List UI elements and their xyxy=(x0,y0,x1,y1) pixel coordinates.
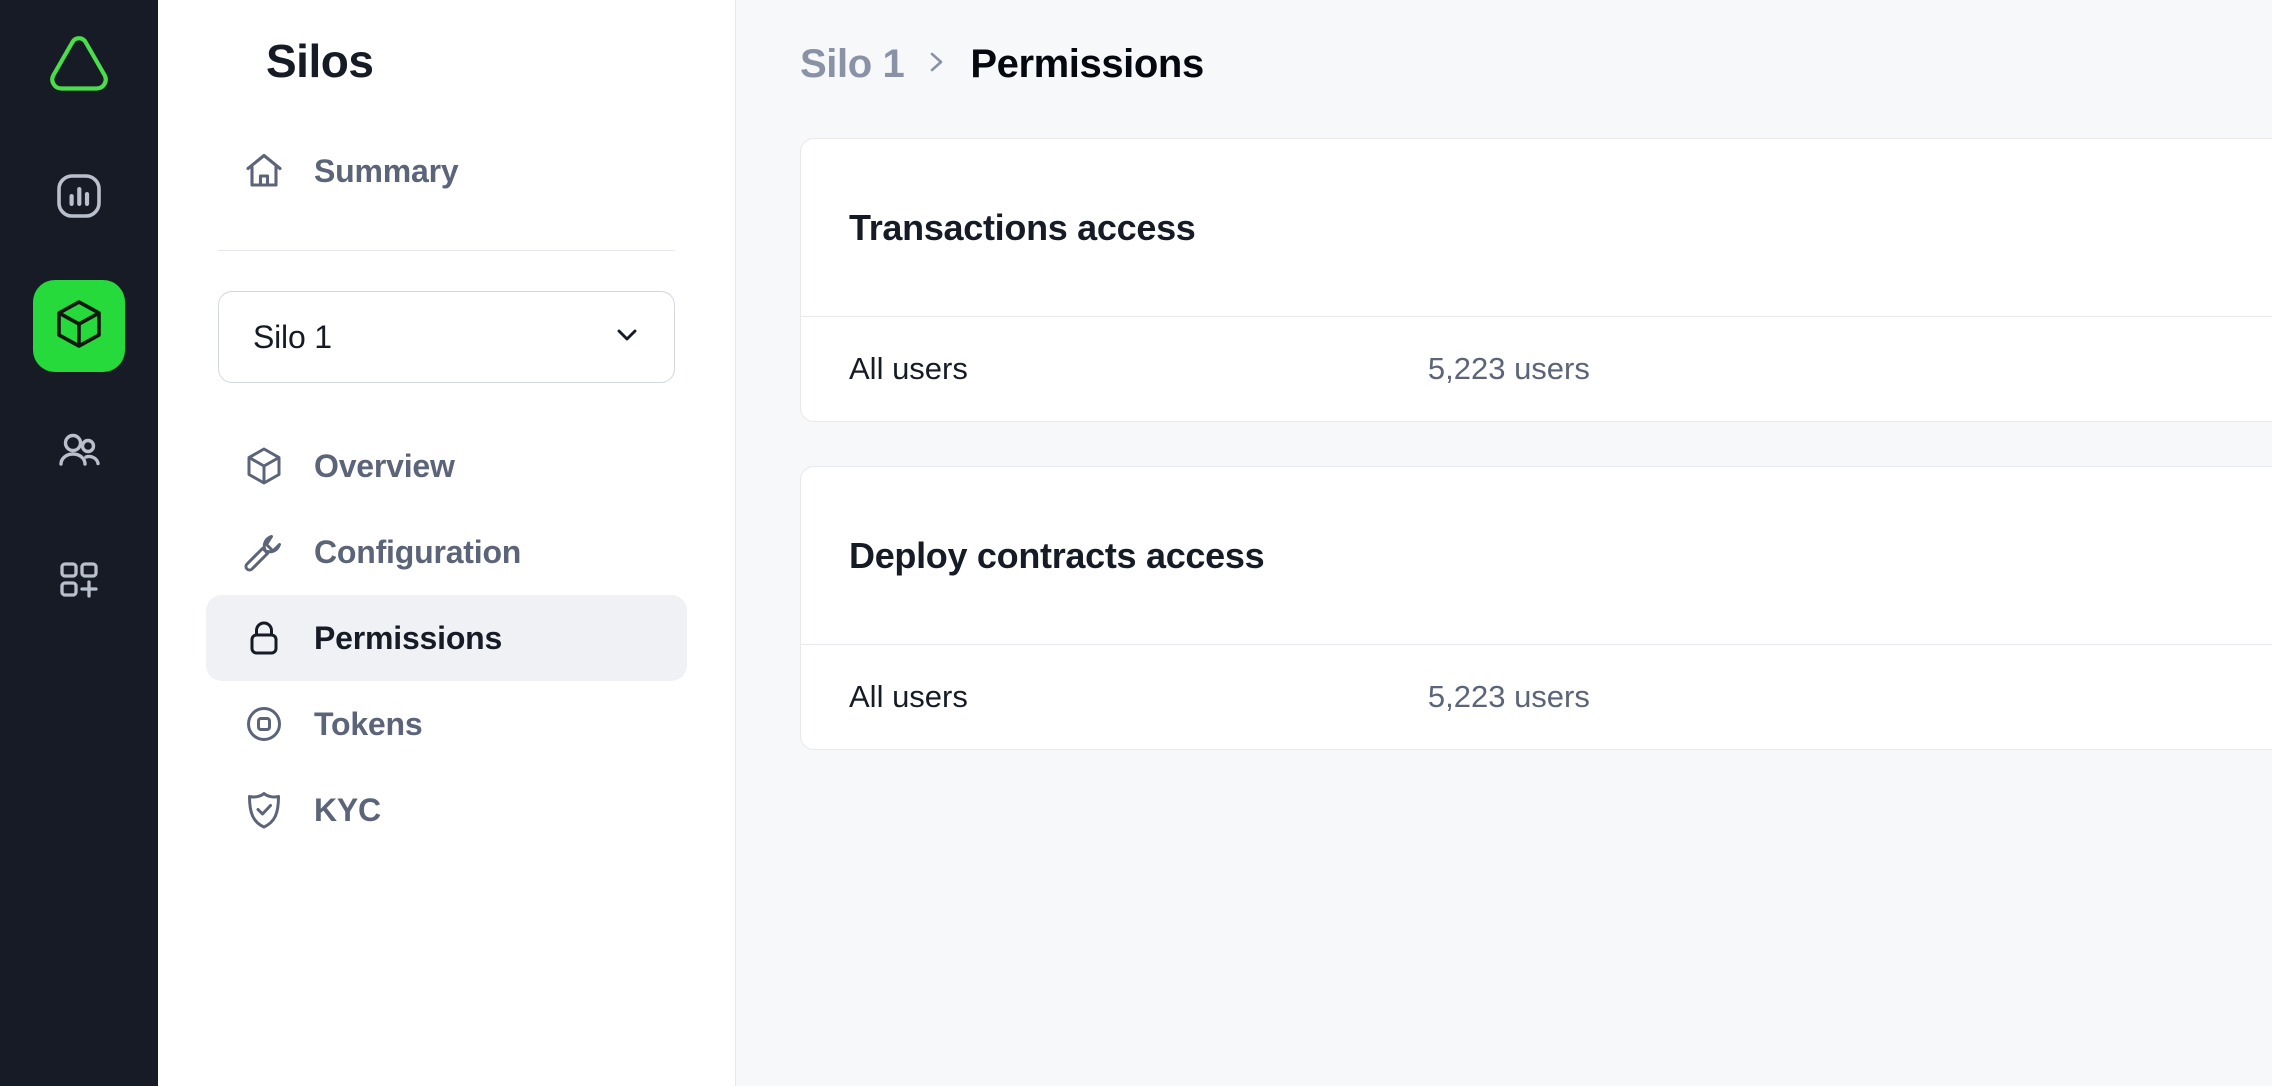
sidebar-item-tokens[interactable]: Tokens xyxy=(206,681,687,767)
sidebar-item-label: Permissions xyxy=(314,619,503,656)
sidebar-top-nav: Summary xyxy=(206,128,687,214)
silo-select[interactable]: Silo 1 xyxy=(218,291,675,383)
table-row[interactable]: All users 5,223 users xyxy=(801,317,2272,421)
breadcrumb-parent[interactable]: Silo 1 xyxy=(800,42,905,87)
deploy-contracts-access-card: Deploy contracts access All users 5,223 … xyxy=(800,466,2272,750)
sidebar-item-label: Tokens xyxy=(314,705,423,742)
rail-item-silos[interactable] xyxy=(33,280,125,372)
icon-rail xyxy=(0,0,158,1086)
card-title: Deploy contracts access xyxy=(849,534,1265,576)
cube-icon xyxy=(52,297,106,356)
rail-item-apps[interactable] xyxy=(33,536,125,628)
main-content: Silo 1 Permissions Transactions access A… xyxy=(736,0,2272,1086)
sidebar-item-label: Overview xyxy=(314,447,455,484)
breadcrumb-current: Permissions xyxy=(970,41,1204,86)
row-value: 5,223 users xyxy=(1427,351,1590,386)
transactions-access-card: Transactions access All users 5,223 user… xyxy=(800,138,2272,422)
card-header: Deploy contracts access xyxy=(801,467,2272,645)
shield-check-icon xyxy=(242,788,286,832)
sidebar-item-summary[interactable]: Summary xyxy=(206,128,687,214)
silo-select-value: Silo 1 xyxy=(253,318,332,355)
apps-add-icon xyxy=(54,555,104,610)
rail-item-analytics[interactable] xyxy=(33,152,125,244)
silos-sidebar: Silos Summary Silo 1 Overview Configurat… xyxy=(158,0,736,1086)
token-icon xyxy=(242,702,286,746)
analytics-icon xyxy=(54,171,104,226)
row-label: All users xyxy=(849,679,968,714)
cube-outline-icon xyxy=(242,444,286,488)
card-header: Transactions access xyxy=(801,139,2272,317)
home-icon xyxy=(242,149,286,193)
table-row[interactable]: All users 5,223 users xyxy=(801,645,2272,749)
card-title: Transactions access xyxy=(849,206,1196,248)
breadcrumb: Silo 1 Permissions xyxy=(800,34,2272,94)
row-value: 5,223 users xyxy=(1427,679,1590,714)
sidebar-item-overview[interactable]: Overview xyxy=(206,423,687,509)
users-icon xyxy=(53,426,105,483)
chevron-down-icon xyxy=(610,318,644,357)
chevron-right-icon xyxy=(924,47,950,82)
row-label: All users xyxy=(849,351,968,386)
sidebar-divider xyxy=(218,250,675,251)
sidebar-item-permissions[interactable]: Permissions xyxy=(206,595,687,681)
lock-icon xyxy=(242,616,286,660)
sidebar-item-label: KYC xyxy=(314,791,381,828)
sidebar-item-kyc[interactable]: KYC xyxy=(206,767,687,853)
rail-item-users[interactable] xyxy=(33,408,125,500)
aurora-logo[interactable] xyxy=(40,26,118,104)
sidebar-item-label: Configuration xyxy=(314,533,522,570)
wrench-icon xyxy=(242,530,286,574)
sidebar-item-configuration[interactable]: Configuration xyxy=(206,509,687,595)
sidebar-silo-nav: Overview Configuration Permissions Token… xyxy=(206,423,687,853)
page-title: Silos xyxy=(266,35,374,87)
sidebar-item-label: Summary xyxy=(314,152,459,189)
